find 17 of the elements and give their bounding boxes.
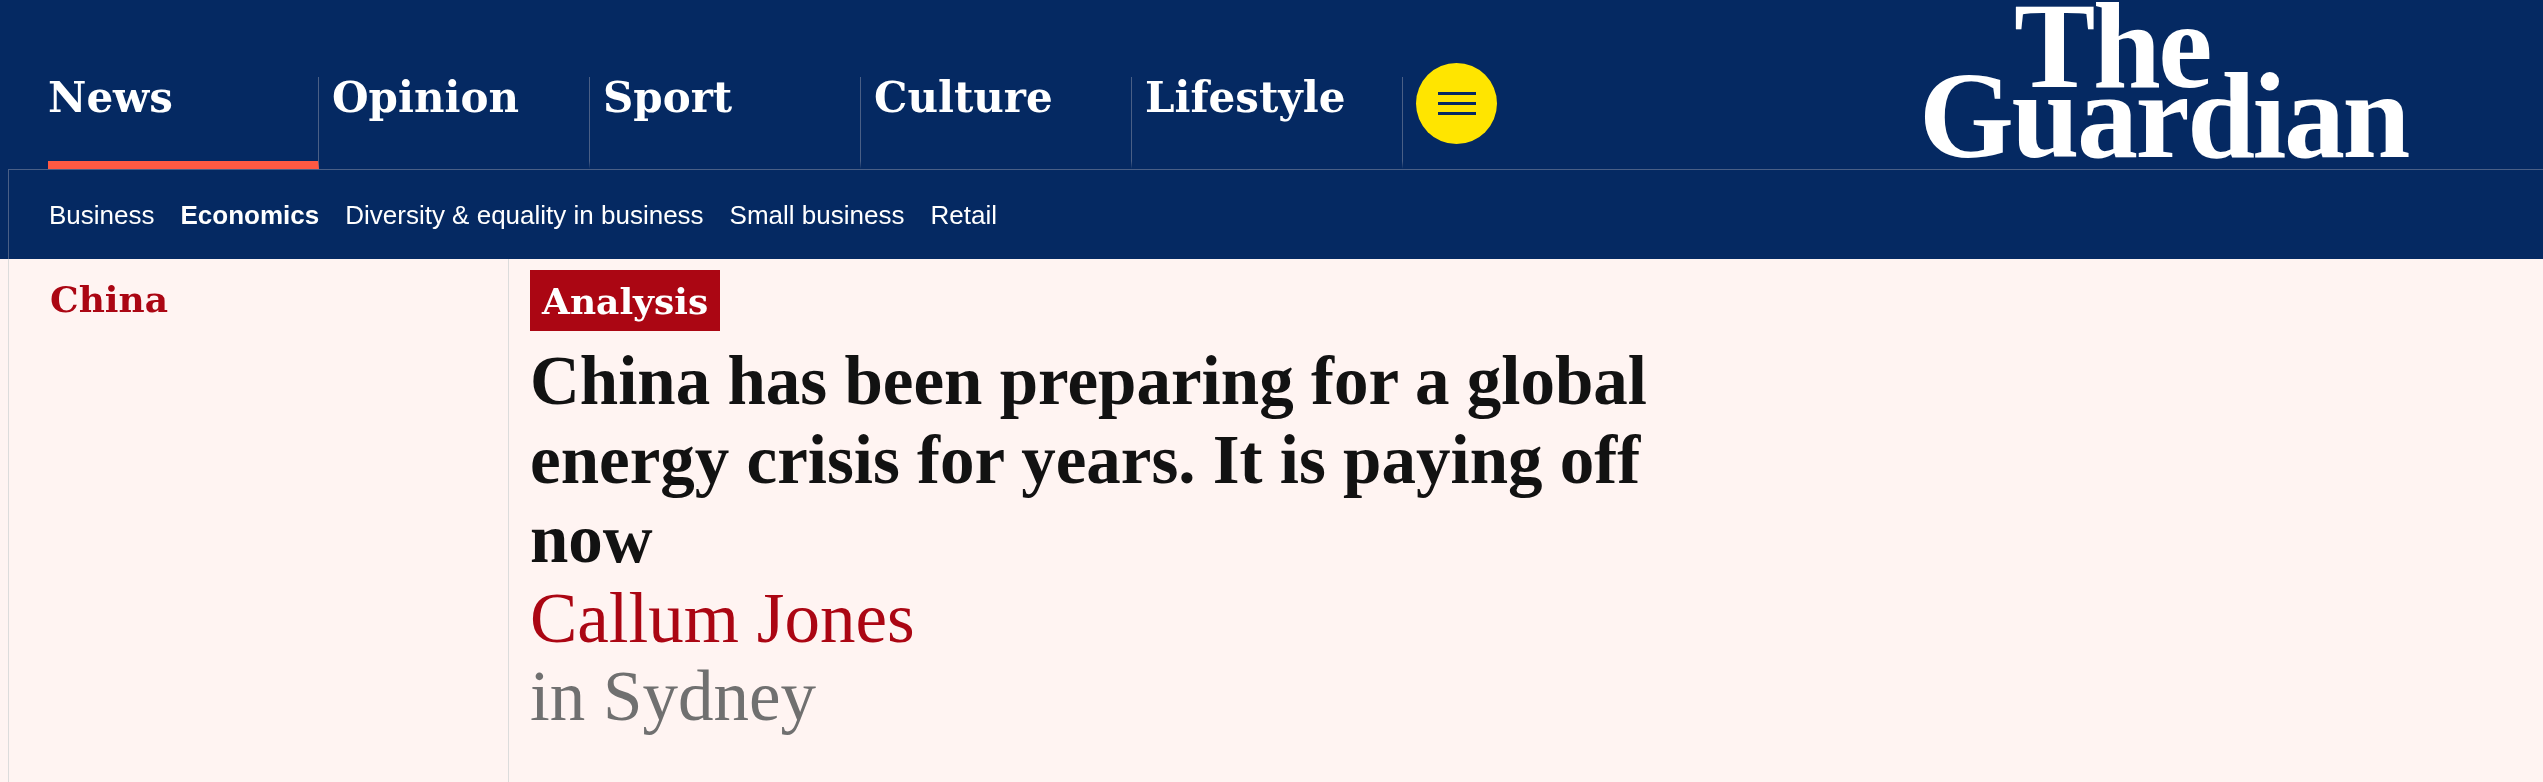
subnav-link[interactable]: Small business — [729, 201, 905, 228]
logo-link[interactable]: The Guardian — [1919, 0, 2408, 161]
pillar-tab[interactable]: Lifestyle — [1132, 77, 1403, 169]
menu-icon — [1437, 92, 1476, 115]
pillar-tab[interactable]: News — [48, 77, 319, 169]
subnav-link[interactable]: Diversity & equality in business — [345, 201, 704, 228]
format-label: Analysis — [530, 270, 721, 331]
subnav-link[interactable]: Business — [49, 201, 155, 228]
author-link[interactable]: Callum Jones — [530, 579, 915, 657]
series-link[interactable]: China — [50, 278, 168, 320]
pillar-tab[interactable]: Opinion — [319, 77, 590, 169]
byline-location: in Sydney — [530, 657, 816, 735]
pillar-tab[interactable]: Culture — [861, 77, 1132, 169]
subnav-link[interactable]: Retail — [930, 201, 997, 228]
subnav-link[interactable]: Economics — [180, 201, 320, 228]
pillar-tab[interactable]: Sport — [590, 77, 861, 169]
article-headline: China has been preparing for a global energy crisis for years. It is paying off now — [530, 342, 1648, 579]
